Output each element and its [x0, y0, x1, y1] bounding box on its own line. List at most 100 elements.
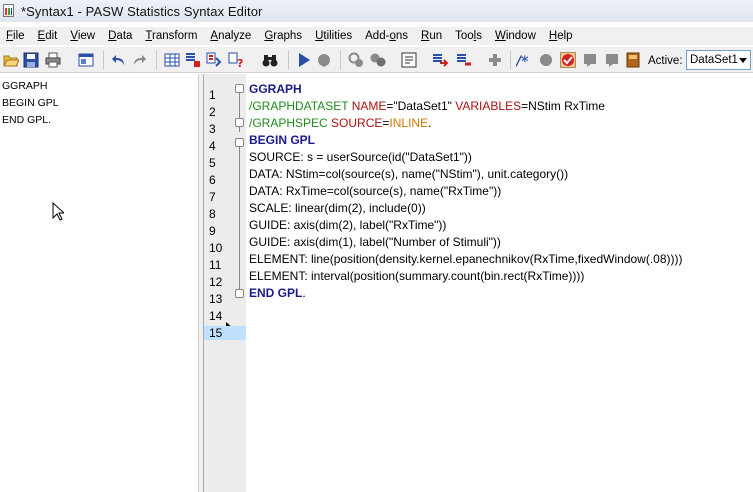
menu-graphs[interactable]: Graphs: [258, 30, 309, 42]
syntax-outline-pane[interactable]: GGRAPH BEGIN GPL END GPL.: [0, 74, 198, 492]
line-number: 12: [209, 275, 223, 289]
outline-item-ggraph[interactable]: GGRAPH: [2, 80, 48, 92]
svg-text:/*: /*: [516, 54, 529, 68]
undo-icon[interactable]: [111, 52, 127, 68]
menu-add-ons[interactable]: Add-ons: [359, 30, 415, 42]
menu-transform[interactable]: Transform: [139, 30, 204, 42]
toggle-breakpoint-icon[interactable]: [538, 52, 554, 68]
open-folder-icon[interactable]: [3, 52, 20, 68]
menu-bar: File Edit View Data Transform Analyze Graphs Ut…: [0, 27, 753, 45]
line-number: 9: [209, 224, 216, 238]
validation-icon[interactable]: [560, 52, 576, 68]
line-number: 1: [209, 88, 216, 102]
save-icon[interactable]: [23, 52, 39, 68]
syntax-help-icon[interactable]: [401, 52, 417, 68]
line-number: 14: [209, 309, 223, 323]
code-token: DATA: NStim=col(source(s), name("NStim")…: [249, 167, 569, 181]
go-to-case-icon[interactable]: [185, 52, 201, 68]
menu-help[interactable]: Help: [543, 30, 580, 42]
code-line[interactable]: GUIDE: axis(dim(1), label("Number of Sti…: [249, 235, 501, 249]
outline-item-end-gpl[interactable]: END GPL.: [2, 114, 51, 126]
code-line[interactable]: SCALE: linear(dim(2), include(0)): [249, 201, 426, 215]
redo-icon[interactable]: [131, 52, 147, 68]
mouse-cursor-icon: [52, 202, 64, 221]
code-token: VARIABLES: [451, 99, 522, 113]
code-line[interactable]: BEGIN GPL: [249, 133, 315, 147]
line-number: 13: [209, 292, 223, 306]
line-number: 6: [209, 173, 216, 187]
menu-run[interactable]: Run: [415, 30, 449, 42]
menu-analyze[interactable]: Analyze: [204, 30, 258, 42]
go-to-data-icon[interactable]: [164, 52, 180, 68]
code-token: SOURCE: s = userSource(id("DataSet1")): [249, 150, 472, 164]
code-token: SCALE: linear(dim(2), include(0)): [249, 201, 426, 215]
print-icon[interactable]: [45, 52, 61, 68]
run-selection-icon[interactable]: [296, 52, 312, 68]
code-line[interactable]: ELEMENT: line(position(density.kernel.ep…: [249, 252, 683, 266]
line-number: 11: [209, 258, 222, 272]
goto-next-icon[interactable]: [456, 52, 472, 68]
chevron-down-icon[interactable]: [739, 57, 747, 63]
cursor-icon[interactable]: [604, 52, 620, 68]
syntax-editor[interactable]: GGRAPH/GRAPHDATASET NAME="DataSet1" VARI…: [246, 74, 753, 492]
outline-item-begin-gpl[interactable]: BEGIN GPL: [2, 97, 59, 109]
line-number: 2: [209, 105, 216, 119]
dialog-recall-icon[interactable]: [78, 52, 94, 68]
line-number: 4: [209, 139, 216, 153]
menu-utilities[interactable]: Utilities: [309, 30, 359, 42]
code-token: INLINE: [389, 116, 429, 130]
variables-help-icon[interactable]: ?: [228, 52, 244, 70]
code-line[interactable]: ELEMENT: interval(position(summary.count…: [249, 269, 584, 283]
variables-icon[interactable]: [206, 52, 222, 68]
active-dataset-label: Active:: [648, 55, 683, 67]
code-token: ELEMENT: interval(position(summary.count…: [249, 269, 585, 283]
code-line[interactable]: /GRAPHSPEC SOURCE=INLINE.: [249, 116, 431, 130]
code-line[interactable]: /GRAPHDATASET NAME="DataSet1" VARIABLES=…: [249, 99, 605, 113]
code-token: SOURCE: [327, 116, 383, 130]
goto-error-icon[interactable]: [432, 52, 449, 68]
clear-icon[interactable]: [582, 52, 598, 68]
menu-edit[interactable]: Edit: [32, 30, 65, 42]
code-token: GUIDE: axis(dim(1), label("Number of Sti…: [249, 235, 501, 249]
code-token: .: [302, 286, 306, 300]
comment-icon[interactable]: /*: [514, 52, 532, 70]
code-line[interactable]: DATA: NStim=col(source(s), name("NStim")…: [249, 167, 568, 181]
toolbar: ? /* Active: DataSet1: [0, 47, 753, 73]
book-icon[interactable]: [625, 52, 641, 68]
menu-tools[interactable]: Tools: [449, 30, 489, 42]
code-line[interactable]: GUIDE: axis(dim(2), label("RxTime")): [249, 218, 446, 232]
active-dataset-select[interactable]: DataSet1: [686, 50, 751, 70]
code-token: DATA: RxTime=col(source(s), name("RxTime…: [249, 184, 502, 198]
svg-text:?: ?: [237, 57, 243, 68]
line-number: 15: [204, 326, 246, 340]
line-number-gutter[interactable]: 1 2 3 4 5 6 7 8 9 10 11 12 13 14 15: [204, 74, 246, 492]
menu-file[interactable]: File: [0, 30, 32, 42]
code-line[interactable]: DATA: RxTime=col(source(s), name("RxTime…: [249, 184, 501, 198]
fold-toggle-icon[interactable]: [235, 138, 244, 147]
line-number: 7: [209, 190, 216, 204]
menu-view[interactable]: View: [64, 30, 102, 42]
title-bar: *Syntax1 - PASW Statistics Syntax Editor: [0, 0, 753, 22]
code-token: /GRAPHSPEC: [249, 116, 328, 130]
fold-toggle-icon[interactable]: [235, 118, 244, 127]
binoculars-find-icon[interactable]: [262, 52, 278, 68]
code-line[interactable]: SOURCE: s = userSource(id("DataSet1")): [249, 150, 472, 164]
code-token: ELEMENT: line(position(density.kernel.ep…: [249, 252, 683, 266]
code-token: ="DataSet1": [386, 99, 452, 113]
syntax-editor-app-icon[interactable]: [2, 3, 16, 19]
expand-icon[interactable]: [487, 52, 503, 68]
code-token: =NStim RxTime: [521, 99, 605, 113]
fold-toggle-icon[interactable]: [235, 289, 244, 298]
menu-data[interactable]: Data: [102, 30, 139, 42]
code-token: .: [428, 116, 432, 130]
line-number: 8: [209, 207, 216, 221]
active-dataset-value: DataSet1: [690, 54, 738, 66]
code-line[interactable]: END GPL.: [249, 286, 306, 300]
menu-window[interactable]: Window: [489, 30, 543, 42]
line-number: 10: [209, 241, 223, 255]
breakpoint-icon[interactable]: [348, 52, 364, 68]
code-line[interactable]: GGRAPH: [249, 82, 302, 96]
fold-toggle-icon[interactable]: [235, 84, 244, 93]
bookmark-icon[interactable]: [370, 52, 386, 68]
stop-icon[interactable]: [316, 52, 332, 68]
